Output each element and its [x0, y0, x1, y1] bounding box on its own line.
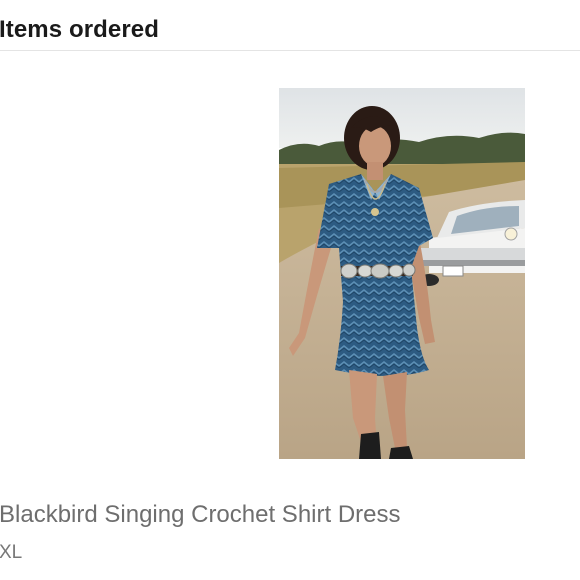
product-image[interactable]: [279, 88, 525, 459]
item-size: XL: [0, 542, 23, 563]
section-header: Items ordered: [0, 0, 580, 51]
product-photo-illustration: [279, 88, 525, 459]
section-title: Items ordered: [0, 16, 160, 43]
item-name[interactable]: Blackbird Singing Crochet Shirt Dress: [0, 501, 401, 529]
order-items-panel: Items ordered Blackbird Singing Crochet …: [0, 0, 580, 580]
